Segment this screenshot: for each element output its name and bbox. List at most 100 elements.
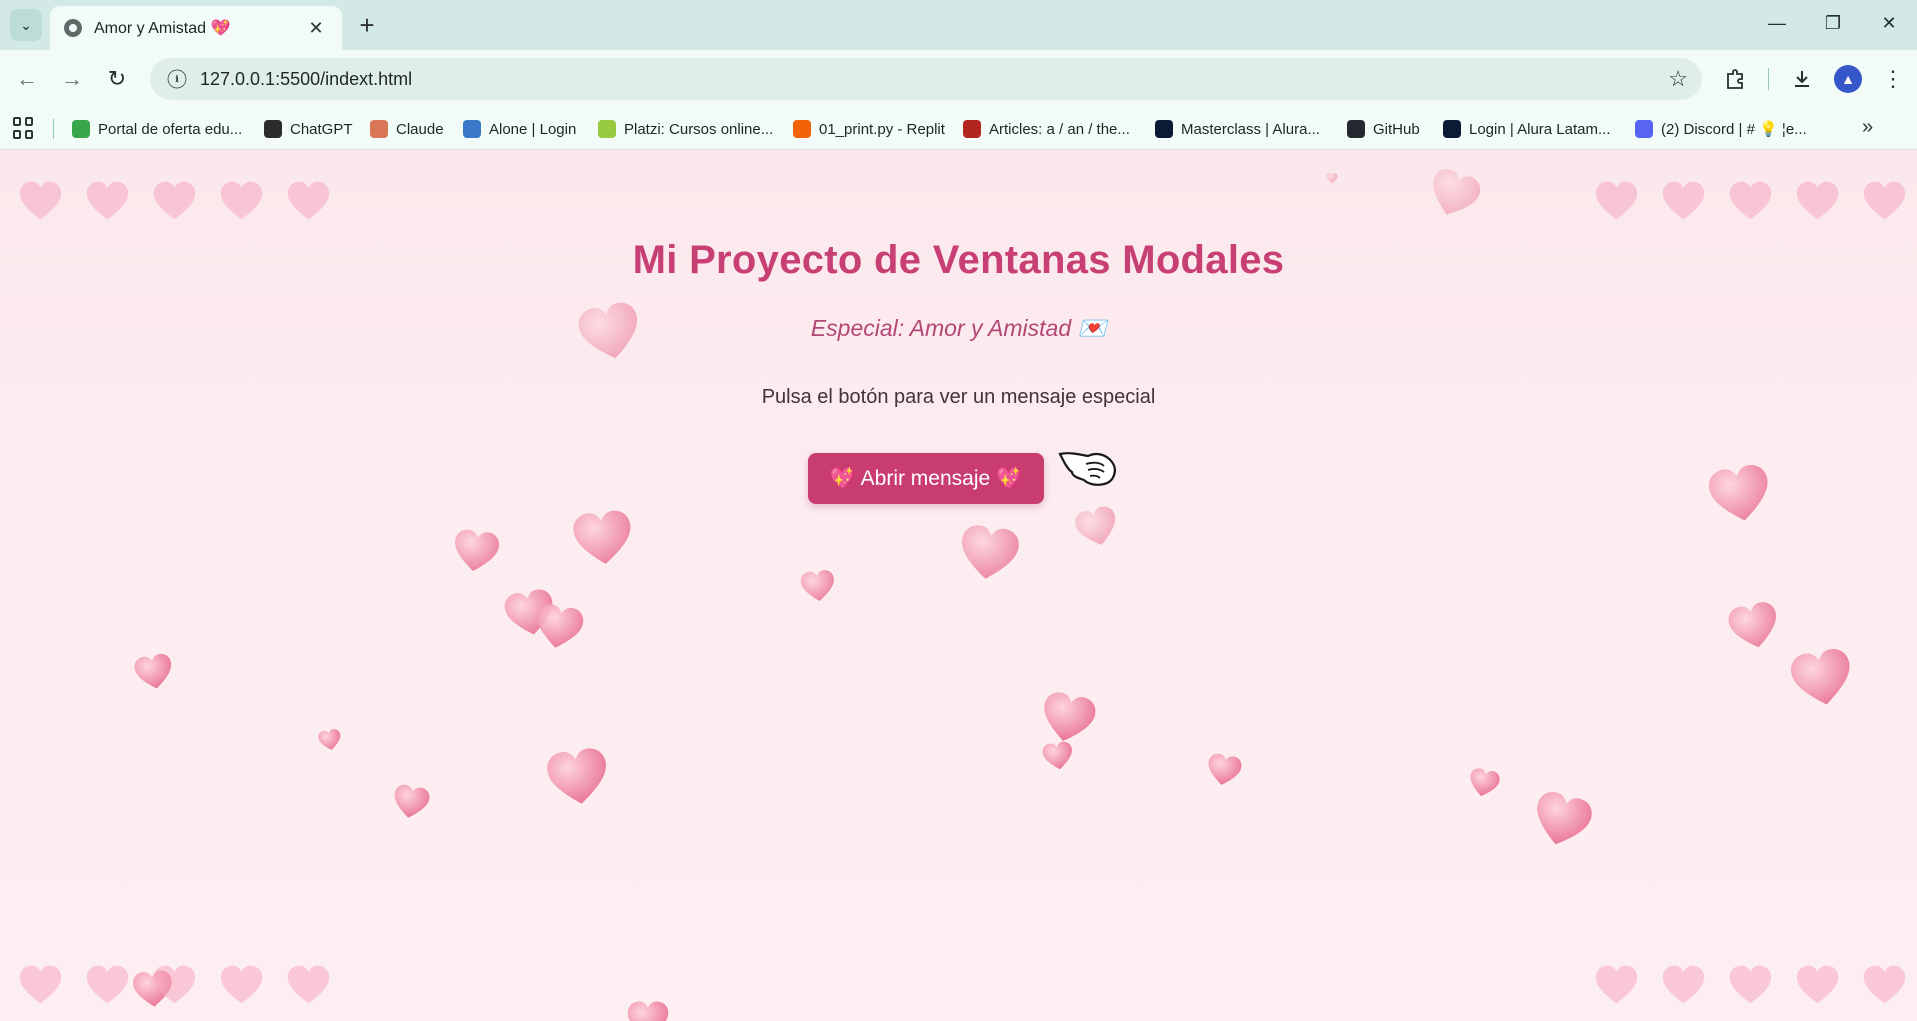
decorative-heart-icon	[18, 962, 63, 1007]
decorative-heart-icon	[1661, 962, 1706, 1007]
forward-button[interactable]: →	[55, 62, 89, 96]
heart-icon	[542, 741, 614, 813]
bookmark-label: (2) Discord | # 💡 ¦e...	[1661, 121, 1807, 138]
heart-icon	[1421, 161, 1488, 228]
profile-avatar[interactable]: ▲	[1834, 65, 1862, 93]
url-text: 127.0.0.1:5500/indext.html	[200, 68, 413, 89]
bookmark-item[interactable]: GitHub	[1347, 108, 1420, 150]
arrow-left-icon: ←	[16, 66, 38, 91]
bookmark-item[interactable]: ChatGPT	[264, 108, 353, 150]
browser-tab[interactable]: Amor y Amistad 💖 ✕	[50, 6, 342, 50]
heart-icon	[131, 649, 177, 695]
decorative-heart-icon	[1594, 962, 1639, 1007]
decorative-heart-icon	[1728, 962, 1773, 1007]
bookmark-divider	[53, 119, 54, 139]
heart-icon	[1723, 595, 1785, 657]
decorative-heart-icon	[1862, 178, 1907, 223]
bookmark-item[interactable]: Portal de oferta edu...	[72, 108, 242, 150]
bookmark-favicon-icon	[963, 120, 981, 138]
heart-icon	[626, 998, 670, 1021]
tab-search-button[interactable]: ⌄	[10, 9, 42, 41]
browser-toolbar: ← → ↻ i 127.0.0.1:5500/indext.html ☆ ▲ ⋮	[0, 50, 1917, 108]
bookmark-item[interactable]: Alone | Login	[463, 108, 576, 150]
reload-button[interactable]: ↻	[100, 62, 134, 96]
heart-icon	[449, 524, 503, 578]
bookmark-favicon-icon	[1155, 120, 1173, 138]
bookmark-item[interactable]: 01_print.py - Replit	[793, 108, 945, 150]
close-window-button[interactable]: ✕	[1861, 0, 1917, 46]
new-tab-button[interactable]: +	[352, 10, 382, 40]
heart-icon	[798, 566, 838, 606]
tab-strip: ⌄ Amor y Amistad 💖 ✕ + — ❐ ✕	[0, 0, 1917, 50]
back-button[interactable]: ←	[10, 62, 44, 96]
bookmark-item[interactable]: Login | Alura Latam...	[1443, 108, 1610, 150]
decorative-heart-icon	[286, 178, 331, 223]
minimize-button[interactable]: —	[1749, 0, 1805, 46]
bookmark-item[interactable]: Articles: a / an / the...	[963, 108, 1130, 150]
bookmark-favicon-icon	[1443, 120, 1461, 138]
heart-icon	[1465, 764, 1503, 802]
decorative-heart-icon	[1795, 178, 1840, 223]
bookmark-label: Claude	[396, 120, 444, 138]
menu-kebab-icon[interactable]: ⋮	[1876, 62, 1910, 96]
heart-icon	[1070, 500, 1124, 554]
arrow-right-icon: →	[61, 66, 83, 91]
bookmark-item[interactable]: Platzi: Cursos online...	[598, 108, 773, 150]
decorative-heart-icon	[286, 962, 331, 1007]
bookmark-favicon-icon	[72, 120, 90, 138]
decorative-hearts-row	[18, 962, 331, 1007]
bookmark-favicon-icon	[1347, 120, 1365, 138]
heart-icon	[954, 518, 1024, 588]
extensions-icon[interactable]	[1718, 62, 1752, 96]
more-bookmarks-icon[interactable]: »	[1862, 116, 1873, 139]
heart-icon	[1203, 749, 1245, 791]
decorative-heart-icon	[1661, 178, 1706, 223]
heart-icon	[1785, 641, 1859, 715]
decorative-heart-icon	[85, 178, 130, 223]
decorative-heart-icon	[1795, 962, 1840, 1007]
address-bar[interactable]: i 127.0.0.1:5500/indext.html ☆	[150, 58, 1702, 100]
bookmark-item[interactable]: Claude	[370, 108, 444, 150]
bookmark-favicon-icon	[793, 120, 811, 138]
page-subtitle: Especial: Amor y Amistad 💌	[810, 315, 1107, 341]
bookmark-label: Articles: a / an / the...	[989, 120, 1130, 138]
bookmark-label: Portal de oferta edu...	[98, 120, 243, 138]
heart-icon	[389, 780, 433, 824]
heart-icon	[569, 504, 637, 572]
pointing-hand-icon	[1058, 446, 1120, 490]
download-icon[interactable]	[1785, 62, 1819, 96]
decorative-heart-icon	[219, 178, 264, 223]
window-controls: — ❐ ✕	[1749, 0, 1917, 50]
bookmark-favicon-icon	[264, 120, 282, 138]
decorative-hearts-row	[1594, 178, 1907, 223]
bookmark-item[interactable]: (2) Discord | # 💡 ¦e...	[1635, 108, 1807, 150]
decorative-hearts-row	[18, 178, 331, 223]
open-message-button[interactable]: 💖 Abrir mensaje 💖	[808, 453, 1044, 504]
bookmark-label: Login | Alura Latam...	[1469, 120, 1611, 138]
toolbar-divider	[1768, 68, 1769, 90]
heart-icon	[316, 726, 344, 754]
heart-icon	[1525, 783, 1598, 856]
bookmark-favicon-icon	[370, 120, 388, 138]
close-tab-icon[interactable]: ✕	[304, 18, 328, 39]
decorative-heart-icon	[1594, 178, 1639, 223]
bookmarks-bar: Portal de oferta edu... ChatGPT Claude Alon…	[0, 108, 1917, 150]
decorative-heart-icon	[18, 178, 63, 223]
decorative-heart-icon	[152, 178, 197, 223]
bookmark-item[interactable]: Masterclass | Alura...	[1155, 108, 1320, 150]
tab-title: Amor y Amistad 💖	[94, 20, 231, 37]
decorative-heart-icon	[152, 962, 197, 1007]
bookmark-star-icon[interactable]: ☆	[1668, 66, 1688, 92]
bookmark-label: 01_print.py - Replit	[819, 120, 945, 138]
restore-button[interactable]: ❐	[1805, 0, 1861, 46]
heart-icon	[1703, 457, 1777, 531]
decorative-hearts-row	[1594, 962, 1907, 1007]
bookmark-favicon-icon	[1635, 120, 1653, 138]
bookmark-label: ChatGPT	[290, 120, 353, 138]
site-info-icon[interactable]: i	[167, 69, 187, 89]
bookmark-favicon-icon	[598, 120, 616, 138]
bookmark-label: Alone | Login	[489, 120, 577, 138]
apps-grid-icon[interactable]	[13, 117, 35, 139]
heart-icon	[1326, 172, 1338, 184]
decorative-heart-icon	[1728, 178, 1773, 223]
